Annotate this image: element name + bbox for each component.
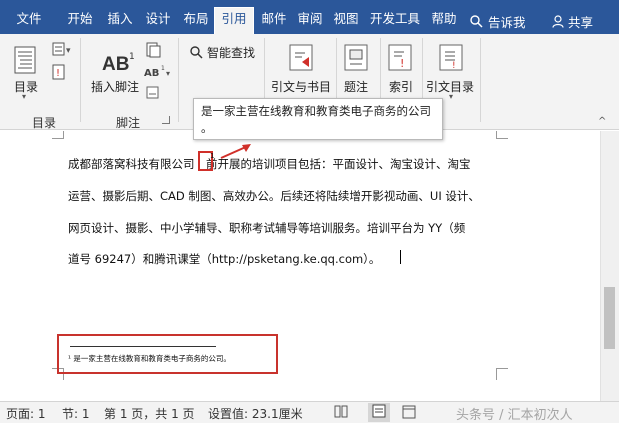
group-divider: [178, 38, 179, 122]
citation-icon: [289, 44, 313, 71]
chevron-down-icon: ▾: [22, 92, 27, 101]
update-table-button[interactable]: !: [52, 64, 66, 83]
tooltip-line-1: 是一家主营在线教育和教育类电子商务的公司: [201, 104, 431, 118]
add-text-icon: ▾: [52, 42, 71, 56]
chevron-down-icon: ▾: [449, 92, 454, 101]
margin-corner-mark: [496, 368, 508, 380]
group-divider: [80, 38, 81, 122]
add-text-button[interactable]: ▾: [52, 42, 74, 59]
next-footnote-button[interactable]: AB 1 ▾: [144, 64, 174, 83]
svg-text:AB: AB: [102, 54, 129, 74]
group-divider: [480, 38, 481, 122]
scrollbar-thumb[interactable]: [604, 287, 615, 349]
text-cursor: [400, 250, 401, 264]
endnote-icon: [146, 42, 161, 58]
tab-help[interactable]: 帮助: [426, 8, 462, 34]
authorities-icon: !: [439, 44, 463, 71]
tab-developer[interactable]: 开发工具: [366, 8, 424, 34]
footnote-dialog-launcher[interactable]: [162, 116, 170, 124]
tab-references[interactable]: 引用: [214, 7, 254, 34]
ribbon-tab-bar: 文件 开始 插入 设计 布局 引用 邮件 审阅 视图 开发工具 帮助 告诉我 共…: [0, 0, 619, 34]
tab-file[interactable]: 文件: [10, 8, 48, 34]
tab-design[interactable]: 设计: [140, 8, 176, 34]
vertical-scrollbar[interactable]: [600, 131, 619, 401]
svg-text:!: !: [452, 61, 456, 71]
collapse-ribbon-icon[interactable]: ^: [598, 116, 606, 127]
next-footnote-icon: AB 1▾: [144, 65, 170, 79]
table-of-authorities-button[interactable]: !: [439, 44, 465, 75]
svg-text:!: !: [400, 57, 404, 70]
body-text-line: 运营、摄影后期、CAD 制图、高效办公。后续还将陆续增开影视动画、UI 设计、: [68, 189, 480, 203]
tab-view[interactable]: 视图: [328, 8, 364, 34]
tab-mailings[interactable]: 邮件: [256, 8, 292, 34]
status-position[interactable]: 设置值: 23.1厘米: [208, 405, 303, 422]
caption-icon: [344, 44, 368, 71]
svg-text:AB: AB: [144, 68, 159, 79]
tab-insert[interactable]: 插入: [102, 8, 138, 34]
body-text-line: 网页设计、摄影、中小学辅导、职称考试辅导等培训服务。培训平台为 YY（频: [68, 221, 466, 235]
tab-layout[interactable]: 布局: [178, 8, 214, 34]
tell-me-label: 告诉我: [488, 15, 526, 30]
footnote-group-label: 脚注: [116, 116, 141, 130]
web-layout-icon[interactable]: [402, 405, 416, 422]
tooltip-line-2: 。: [201, 121, 213, 135]
insert-endnote-button[interactable]: [146, 42, 162, 61]
show-notes-icon: [146, 86, 159, 99]
watermark-text: 头条号 / 汇本初次人: [456, 408, 573, 423]
smart-lookup-label: 智能查找: [207, 46, 256, 60]
margin-corner-mark: [52, 131, 64, 139]
footnote-separator: [70, 346, 216, 347]
svg-text:1: 1: [161, 65, 165, 72]
search-icon: [190, 46, 203, 59]
caption-label: 题注: [344, 80, 369, 94]
svg-text:▾: ▾: [66, 46, 71, 56]
index-button[interactable]: !: [388, 44, 414, 75]
citations-button[interactable]: [289, 44, 315, 75]
share-button[interactable]: 共享: [552, 12, 593, 31]
footnote-tooltip: 是一家主营在线教育和教育类电子商务的公司 。: [193, 98, 443, 140]
update-table-icon: !: [52, 64, 65, 80]
annotation-arrow-icon: [220, 144, 251, 159]
tab-review[interactable]: 审阅: [292, 8, 328, 34]
status-section[interactable]: 节: 1: [62, 405, 90, 422]
margin-corner-mark: [496, 131, 508, 139]
table-of-contents-icon: [14, 46, 36, 74]
footnote-text[interactable]: ¹ 是一家主营在线教育和教育类电子商务的公司。: [68, 353, 231, 364]
print-layout-icon[interactable]: [368, 403, 390, 422]
caption-button[interactable]: [344, 44, 370, 75]
footnote-reference-mark[interactable]: 1: [210, 152, 214, 160]
index-label: 索引: [389, 80, 414, 94]
svg-text:!: !: [56, 68, 60, 79]
index-icon: !: [388, 44, 412, 71]
person-icon: [552, 15, 564, 28]
footnote-icon: AB 1: [102, 52, 135, 75]
show-notes-button[interactable]: [146, 86, 160, 103]
toc-button[interactable]: [14, 46, 36, 77]
toc-group-label: 目录: [32, 116, 57, 130]
tab-home[interactable]: 开始: [62, 8, 98, 34]
insert-footnote-label: 插入脚注: [91, 80, 140, 94]
status-page-count[interactable]: 第 1 页，共 1 页: [104, 405, 195, 422]
body-text-line: 成都部落窝科技有限公司 前开展的培训项目包括：平面设计、淘宝设计、淘宝: [68, 157, 471, 171]
smart-lookup-button[interactable]: 智能查找: [190, 44, 255, 61]
share-label: 共享: [568, 15, 594, 30]
svg-text:1: 1: [129, 52, 135, 62]
search-icon: [470, 15, 483, 28]
body-text-line: 道号 69247）和腾讯课堂（http://psketang.ke.qq.com…: [68, 252, 381, 266]
citations-label: 引文与书目: [271, 80, 332, 94]
tell-me-box[interactable]: 告诉我: [470, 12, 526, 31]
svg-text:▾: ▾: [166, 69, 170, 78]
read-mode-icon[interactable]: [334, 405, 348, 421]
status-page[interactable]: 页面: 1: [6, 405, 46, 422]
insert-footnote-button[interactable]: AB 1: [102, 50, 136, 77]
